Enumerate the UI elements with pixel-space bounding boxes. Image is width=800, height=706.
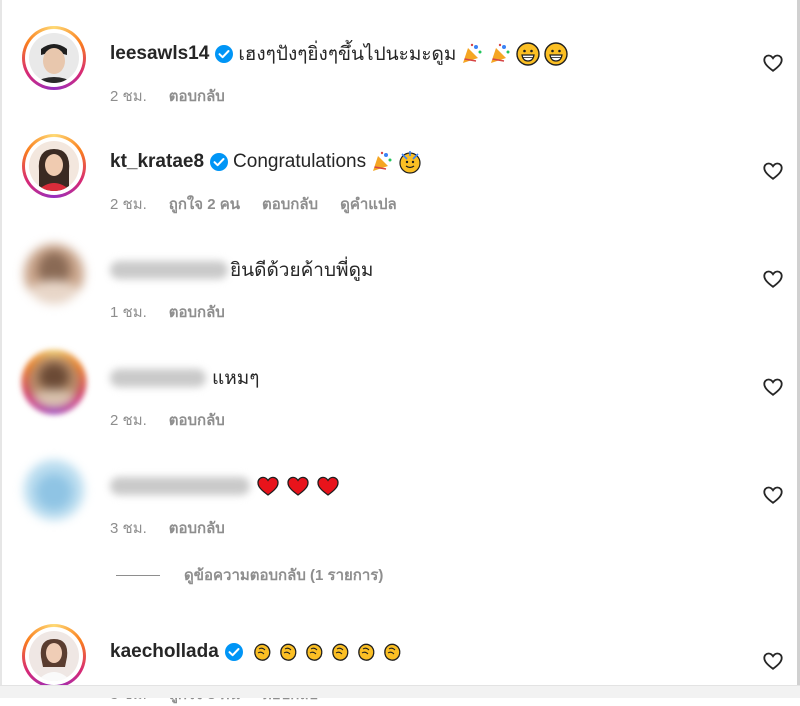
clapping-hands-icon bbox=[250, 640, 274, 664]
username[interactable] bbox=[110, 369, 206, 387]
comment-meta: 2 ชม. ตอบกลับ bbox=[110, 84, 225, 108]
party-popper-icon bbox=[488, 42, 512, 66]
view-replies-label: ดูข้อความตอบกลับ (1 รายการ) bbox=[184, 567, 384, 584]
red-heart-icon bbox=[286, 474, 310, 498]
emoji-group bbox=[250, 640, 404, 664]
comment-text: ยินดีด้วยค้าบพี่ดูม bbox=[230, 260, 374, 281]
clapping-hands-icon bbox=[380, 640, 404, 664]
party-popper-icon bbox=[460, 42, 484, 66]
like-button[interactable] bbox=[762, 484, 784, 506]
like-button[interactable] bbox=[762, 650, 784, 672]
comment-meta: 2 ชม. ถูกใจ 2 คน ตอบกลับ ดูคำแปล bbox=[110, 192, 397, 216]
avatar[interactable] bbox=[22, 26, 86, 90]
emoji-group bbox=[370, 150, 422, 174]
red-heart-icon bbox=[316, 474, 340, 498]
like-button[interactable] bbox=[762, 160, 784, 182]
heart-outline-icon bbox=[763, 162, 783, 180]
heart-outline-icon bbox=[763, 652, 783, 670]
avatar[interactable] bbox=[22, 134, 86, 198]
heart-outline-icon bbox=[763, 54, 783, 72]
comment-text: เฮงๆปังๆยิ่งๆขึ้นไปนะมะดูม bbox=[238, 44, 457, 65]
username[interactable]: kaechollada bbox=[110, 641, 219, 663]
comment-text: Congratulations bbox=[233, 151, 367, 172]
verified-badge-icon bbox=[209, 152, 229, 172]
divider bbox=[116, 574, 160, 576]
heart-outline-icon bbox=[763, 486, 783, 504]
grinning-face-icon bbox=[544, 42, 569, 66]
like-button[interactable] bbox=[762, 376, 784, 398]
verified-badge-icon bbox=[224, 642, 244, 662]
comment-item: leesawls14 เฮงๆปังๆยิ่งๆขึ้นไปนะมะดูม 2 … bbox=[0, 8, 800, 108]
clapping-hands-icon bbox=[302, 640, 326, 664]
comment-item: 3 ชม. ตอบกลับ bbox=[0, 440, 800, 540]
likes-count[interactable]: ถูกใจ 2 คน bbox=[169, 192, 240, 216]
view-replies-button[interactable]: ดูข้อความตอบกลับ (1 รายการ) bbox=[116, 563, 383, 587]
comment-item: ยินดีด้วยค้าบพี่ดูม 1 ชม. ตอบกลับ bbox=[0, 224, 800, 324]
comment-meta: 3 ชม. ตอบกลับ bbox=[110, 516, 225, 540]
like-button[interactable] bbox=[762, 268, 784, 290]
comment-item: แหมๆ 2 ชม. ตอบกลับ bbox=[0, 332, 800, 432]
translate-button[interactable]: ดูคำแปล bbox=[340, 192, 397, 216]
reply-button[interactable]: ตอบกลับ bbox=[262, 192, 318, 216]
comment-meta: 1 ชม. ตอบกลับ bbox=[110, 300, 225, 324]
reply-button[interactable]: ตอบกลับ bbox=[169, 300, 225, 324]
comment-meta: 2 ชม. ตอบกลับ bbox=[110, 408, 225, 432]
username[interactable]: kt_kratae8 bbox=[110, 151, 204, 173]
username[interactable] bbox=[110, 477, 250, 495]
avatar[interactable] bbox=[22, 242, 86, 306]
comment-time[interactable]: 2 ชม. bbox=[110, 192, 147, 216]
like-button[interactable] bbox=[762, 52, 784, 74]
comment-time[interactable]: 3 ชม. bbox=[110, 516, 147, 540]
comment-time[interactable]: 2 ชม. bbox=[110, 84, 147, 108]
avatar[interactable] bbox=[22, 350, 86, 414]
grinning-face-icon bbox=[516, 42, 541, 66]
avatar[interactable] bbox=[22, 624, 86, 688]
window-bottom-edge bbox=[0, 685, 800, 698]
comment-time[interactable]: 2 ชม. bbox=[110, 408, 147, 432]
comment-text: แหมๆ bbox=[212, 368, 260, 389]
username[interactable]: leesawls14 bbox=[110, 43, 209, 65]
comment-time[interactable]: 1 ชม. bbox=[110, 300, 147, 324]
emoji-group bbox=[460, 42, 569, 66]
clapping-hands-icon bbox=[276, 640, 300, 664]
clapping-hands-icon bbox=[328, 640, 352, 664]
heart-outline-icon bbox=[763, 378, 783, 396]
reply-button[interactable]: ตอบกลับ bbox=[169, 84, 225, 108]
verified-badge-icon bbox=[214, 44, 234, 64]
reply-button[interactable]: ตอบกลับ bbox=[169, 516, 225, 540]
red-heart-icon bbox=[256, 474, 280, 498]
fireworks-face-icon bbox=[398, 150, 422, 174]
emoji-group bbox=[256, 474, 340, 498]
avatar[interactable] bbox=[22, 458, 86, 522]
clapping-hands-icon bbox=[354, 640, 378, 664]
reply-button[interactable]: ตอบกลับ bbox=[169, 408, 225, 432]
heart-outline-icon bbox=[763, 270, 783, 288]
username[interactable] bbox=[110, 261, 228, 279]
comment-item: kt_kratae8 Congratulations 2 ชม. ถูกใจ 2… bbox=[0, 116, 800, 216]
comment-list: leesawls14 เฮงๆปังๆยิ่งๆขึ้นไปนะมะดูม 2 … bbox=[0, 0, 800, 703]
party-popper-icon bbox=[370, 150, 394, 174]
